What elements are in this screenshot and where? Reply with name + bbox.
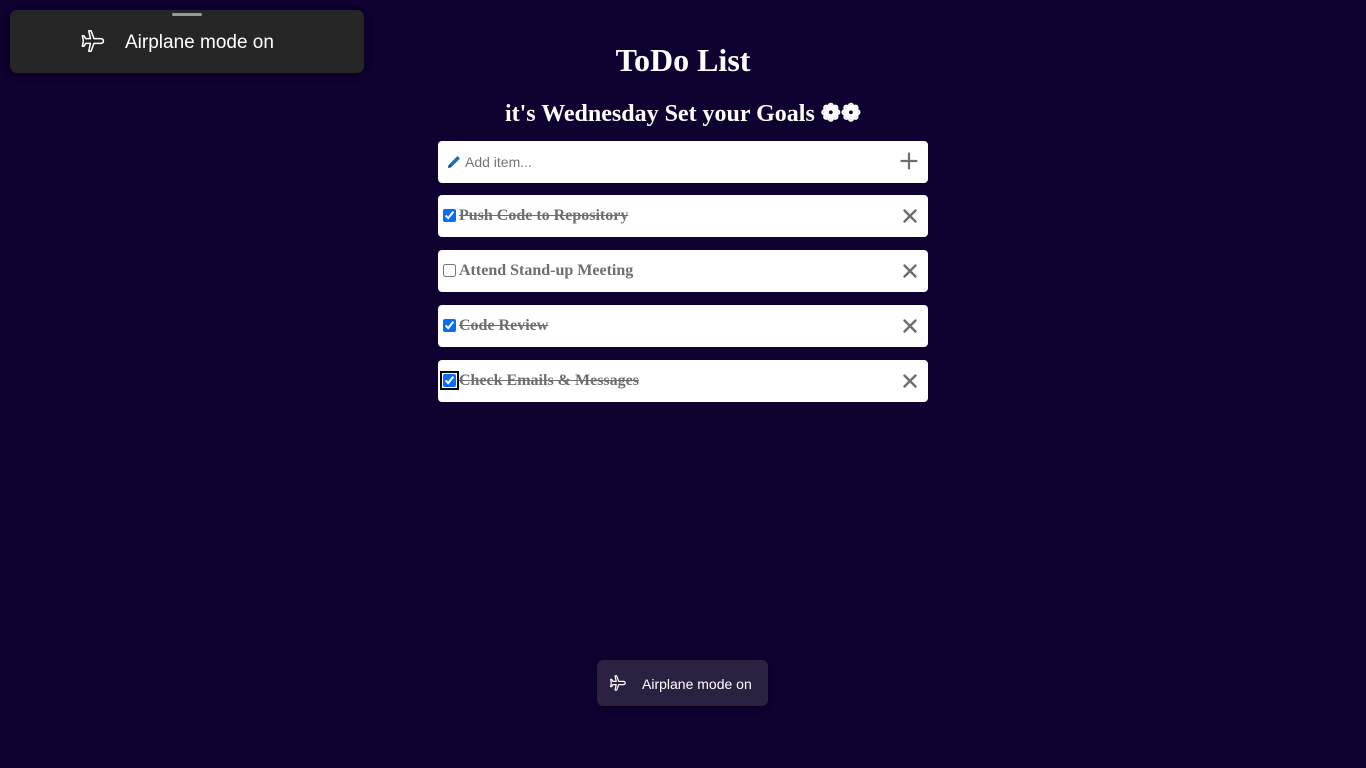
todo-text: Check Emails & Messages <box>459 372 639 389</box>
close-icon[interactable] <box>902 318 918 334</box>
todo-item: Code Review <box>438 305 928 347</box>
add-item-input[interactable] <box>465 149 885 175</box>
add-item-bar <box>438 141 928 183</box>
todo-text: Push Code to Repository <box>459 207 629 224</box>
plus-icon[interactable] <box>900 152 918 170</box>
todo-checkbox[interactable] <box>440 371 459 390</box>
page-subtitle: it's Wednesday Set your Goals ❁❁ <box>504 101 862 127</box>
todo-text: Attend Stand-up Meeting <box>459 262 634 279</box>
toast-drag-handle[interactable] <box>172 13 202 16</box>
indicator-label: Airplane mode on <box>642 676 752 692</box>
todo-item: Attend Stand-up Meeting <box>438 250 928 292</box>
todo-list: Push Code to Repository Attend Stand-up … <box>438 195 928 415</box>
todo-checkbox[interactable] <box>443 264 456 277</box>
airplane-mode-indicator[interactable]: Airplane mode on <box>597 660 768 706</box>
todo-checkbox[interactable] <box>443 319 456 332</box>
pencil-icon <box>448 156 460 168</box>
todo-text: Code Review <box>459 317 549 334</box>
close-icon[interactable] <box>902 208 918 224</box>
close-icon[interactable] <box>902 373 918 389</box>
close-icon[interactable] <box>902 263 918 279</box>
airplane-icon <box>610 675 626 691</box>
todo-item: Push Code to Repository <box>438 195 928 237</box>
page-title: ToDo List <box>615 42 751 78</box>
todo-checkbox[interactable] <box>443 209 456 222</box>
todo-item: Check Emails & Messages <box>438 360 928 402</box>
